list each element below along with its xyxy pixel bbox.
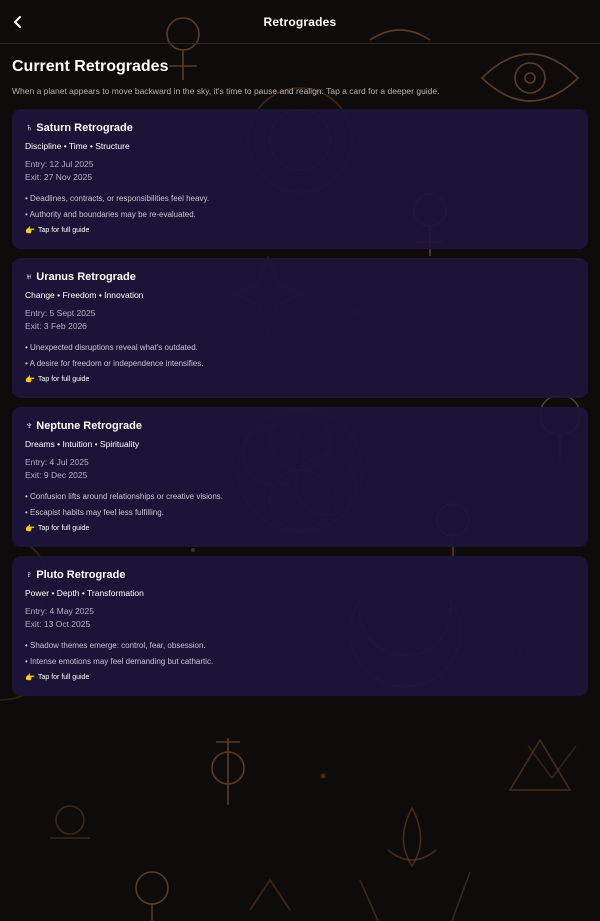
card-title: ♇ Pluto Retrograde	[25, 569, 576, 581]
card-themes: Power • Depth • Transformation	[25, 588, 144, 598]
entry-date: Entry: 12 Jul 2025	[25, 159, 94, 169]
retrograde-card-uranus[interactable]: ♅ Uranus Retrograde Change • Freedom • I…	[12, 258, 588, 398]
card-name: Pluto Retrograde	[36, 569, 126, 581]
card-themes: Dreams • Intuition • Spirituality	[25, 439, 140, 449]
entry-date: Entry: 4 Jul 2025	[25, 457, 89, 467]
entry-date: Entry: 4 May 2025	[25, 606, 94, 616]
card-dates: Entry: 5 Sept 2025 Exit: 3 Feb 2026	[25, 307, 576, 333]
uranus-symbol-icon: ♅	[25, 271, 34, 283]
card-name: Uranus Retrograde	[36, 271, 136, 283]
card-dates: Entry: 12 Jul 2025 Exit: 27 Nov 2025	[25, 158, 576, 184]
page-header-title: Retrogrades	[263, 14, 337, 29]
main-content: Current Retrogrades When a planet appear…	[12, 58, 588, 705]
exit-date: Exit: 27 Nov 2025	[25, 172, 93, 182]
entry-date: Entry: 5 Sept 2025	[25, 308, 96, 318]
card-title: ♄ Saturn Retrograde	[25, 122, 576, 134]
retrograde-card-pluto[interactable]: ♇ Pluto Retrograde Power • Depth • Trans…	[12, 556, 588, 696]
card-bullet: • Escapist habits may feel less fulfilli…	[25, 508, 164, 517]
chevron-left-icon	[14, 16, 21, 28]
retrograde-card-neptune[interactable]: ♆ Neptune Retrograde Dreams • Intuition …	[12, 407, 588, 547]
pointing-hand-icon: 👉	[25, 524, 35, 533]
card-bullet: • Confusion lifts around relationships o…	[25, 492, 224, 501]
saturn-symbol-icon: ♄	[25, 122, 34, 134]
retrograde-card-saturn[interactable]: ♄ Saturn Retrograde Discipline • Time • …	[12, 109, 588, 249]
neptune-symbol-icon: ♆	[25, 420, 34, 432]
card-bullet: • A desire for freedom or independence i…	[25, 359, 204, 368]
card-title: ♆ Neptune Retrograde	[25, 420, 576, 432]
retrogrades-screen: Retrogrades Current Retrogrades When a p…	[0, 0, 600, 921]
tap-label: Tap for full guide	[37, 376, 90, 383]
card-themes: Discipline • Time • Structure	[25, 141, 130, 151]
tap-label: Tap for full guide	[37, 227, 90, 234]
pointing-hand-icon: 👉	[25, 673, 35, 682]
card-bullet: • Unexpected disruptions reveal what's o…	[25, 343, 198, 352]
intro-text: When a planet appears to move backward i…	[12, 86, 440, 96]
back-button[interactable]	[6, 10, 30, 34]
exit-date: Exit: 3 Feb 2026	[25, 321, 87, 331]
tap-for-guide-link[interactable]: 👉 Tap for full guide	[25, 524, 576, 533]
tap-label: Tap for full guide	[37, 525, 90, 532]
card-dates: Entry: 4 May 2025 Exit: 13 Oct 2025	[25, 605, 576, 631]
tap-for-guide-link[interactable]: 👉 Tap for full guide	[25, 375, 576, 384]
page-title: Current Retrogrades	[12, 58, 169, 75]
app-header: Retrogrades	[0, 0, 600, 44]
card-bullet: • Shadow themes emerge: control, fear, o…	[25, 641, 206, 650]
card-bullet: • Deadlines, contracts, or responsibilit…	[25, 194, 210, 203]
card-bullet: • Authority and boundaries may be re-eva…	[25, 210, 196, 219]
tap-label: Tap for full guide	[37, 674, 90, 681]
pointing-hand-icon: 👉	[25, 375, 35, 384]
card-name: Saturn Retrograde	[36, 122, 133, 134]
tap-for-guide-link[interactable]: 👉 Tap for full guide	[25, 673, 576, 682]
card-title: ♅ Uranus Retrograde	[25, 271, 576, 283]
card-dates: Entry: 4 Jul 2025 Exit: 9 Dec 2025	[25, 456, 576, 482]
card-name: Neptune Retrograde	[36, 420, 142, 432]
pluto-symbol-icon: ♇	[25, 569, 34, 581]
exit-date: Exit: 13 Oct 2025	[25, 619, 91, 629]
pointing-hand-icon: 👉	[25, 226, 35, 235]
tap-for-guide-link[interactable]: 👉 Tap for full guide	[25, 226, 576, 235]
card-bullet: • Intense emotions may feel demanding bu…	[25, 657, 214, 666]
card-themes: Change • Freedom • Innovation	[25, 290, 144, 300]
exit-date: Exit: 9 Dec 2025	[25, 470, 88, 480]
